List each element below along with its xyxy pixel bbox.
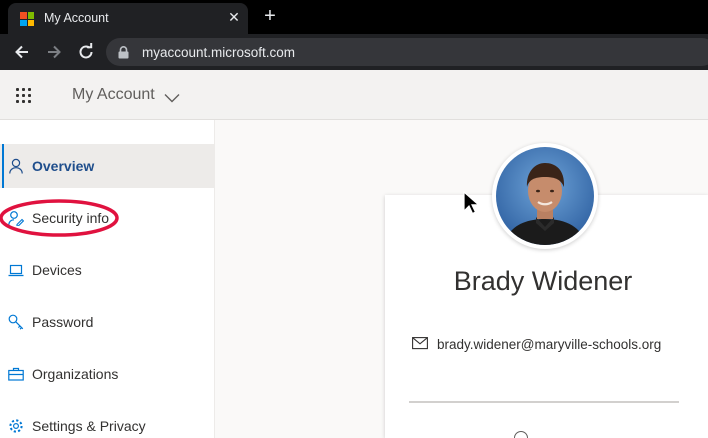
sidebar-item-label: Overview — [32, 158, 95, 174]
laptop-icon — [8, 262, 24, 278]
briefcase-icon — [8, 366, 24, 382]
address-bar[interactable]: myaccount.microsoft.com — [106, 38, 708, 66]
mouse-cursor-icon — [463, 191, 479, 215]
new-tab-button[interactable]: + — [260, 5, 280, 27]
sidebar-item-label: Settings & Privacy — [32, 418, 146, 434]
sidebar-nav: Overview Security info Devices Password … — [0, 120, 215, 438]
sidebar-item-label: Organizations — [32, 366, 119, 382]
microsoft-logo-icon — [20, 12, 34, 26]
divider — [409, 401, 679, 403]
key-icon — [8, 314, 24, 330]
info-icon — [514, 431, 528, 438]
url-text: myaccount.microsoft.com — [142, 45, 296, 60]
gear-icon — [8, 418, 24, 434]
sidebar-item-password[interactable]: Password — [0, 300, 214, 344]
browser-toolbar: myaccount.microsoft.com — [0, 34, 708, 70]
browser-tab-bar: My Account ✕ + — [0, 0, 708, 34]
profile-email: brady.widener@maryville-schools.org — [437, 337, 662, 352]
tab-close-icon[interactable]: ✕ — [226, 9, 242, 25]
forward-arrow-icon[interactable] — [44, 42, 64, 62]
annotation-highlight-ellipse — [0, 199, 119, 237]
lock-icon — [118, 46, 129, 64]
sidebar-item-organizations[interactable]: Organizations — [0, 352, 214, 396]
chevron-down-icon[interactable] — [164, 90, 180, 108]
mail-icon — [412, 337, 428, 355]
profile-name: Brady Widener — [453, 266, 633, 296]
tab-title: My Account — [44, 11, 109, 25]
sidebar-item-overview[interactable]: Overview — [0, 144, 214, 188]
sidebar-item-devices[interactable]: Devices — [0, 248, 214, 292]
app-header: My Account — [0, 70, 708, 120]
browser-tab[interactable]: My Account ✕ — [8, 3, 248, 34]
sidebar-item-label: Password — [32, 314, 94, 330]
sidebar-item-settings-privacy[interactable]: Settings & Privacy — [0, 404, 214, 438]
reload-icon[interactable] — [76, 42, 96, 62]
app-title[interactable]: My Account — [72, 86, 155, 104]
avatar[interactable] — [492, 143, 598, 249]
app-launcher-icon[interactable] — [16, 88, 31, 103]
person-icon — [8, 158, 24, 174]
sidebar-item-label: Devices — [32, 262, 82, 278]
back-arrow-icon[interactable] — [12, 42, 32, 62]
